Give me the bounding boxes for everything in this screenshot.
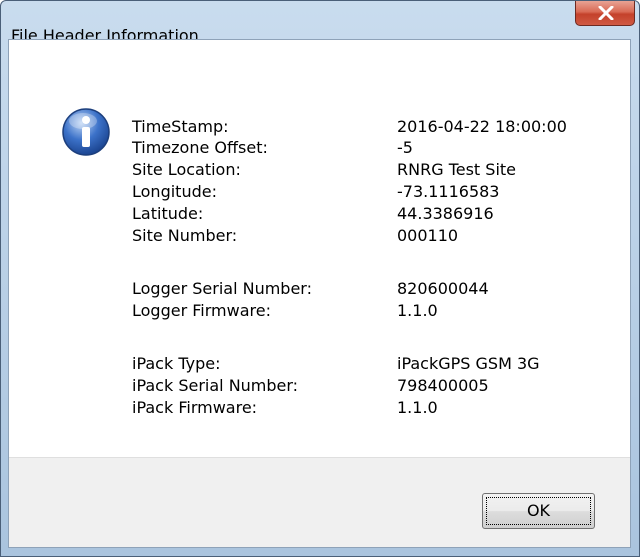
logger-serial-number-label: Logger Serial Number: (132, 279, 312, 298)
ipack-type-value: iPackGPS GSM 3G (397, 354, 540, 373)
timezone-offset-value: -5 (397, 138, 413, 157)
site-location-label: Site Location: (132, 160, 241, 179)
site-number-label: Site Number: (132, 226, 238, 245)
close-icon (598, 6, 614, 20)
logger-serial-number-value: 820600044 (397, 279, 489, 298)
latitude-label: Latitude: (132, 204, 204, 223)
latitude-value: 44.3386916 (397, 204, 494, 223)
longitude-value: -73.1116583 (397, 182, 500, 201)
ipack-firmware-label: iPack Firmware: (132, 398, 258, 417)
timezone-offset-label: Timezone Offset: (132, 138, 268, 157)
logger-firmware-value: 1.1.0 (397, 301, 438, 320)
site-location-value: RNRG Test Site (397, 160, 516, 179)
ipack-serial-number-value: 798400005 (397, 376, 489, 395)
logger-firmware-label: Logger Firmware: (132, 301, 271, 320)
ipack-serial-number-label: iPack Serial Number: (132, 376, 299, 395)
ok-button-label: OK (526, 501, 551, 520)
site-number-value: 000110 (397, 226, 459, 245)
ok-button[interactable]: OK (482, 493, 595, 529)
timestamp-label: TimeStamp: (132, 117, 229, 136)
ipack-type-label: iPack Type: (132, 354, 221, 373)
information-icon (62, 108, 110, 156)
dialog-window: File Header Information TimeStamp: 2016-… (0, 0, 640, 557)
button-bar: OK (9, 457, 630, 547)
title-bar[interactable]: File Header Information (1, 1, 639, 45)
timestamp-value: 2016-04-22 18:00:00 (397, 117, 567, 136)
ipack-firmware-value: 1.1.0 (397, 398, 438, 417)
dialog-content: TimeStamp: 2016-04-22 18:00:00 Timezone … (8, 39, 631, 548)
longitude-label: Longitude: (132, 182, 217, 201)
close-button[interactable] (575, 1, 635, 26)
